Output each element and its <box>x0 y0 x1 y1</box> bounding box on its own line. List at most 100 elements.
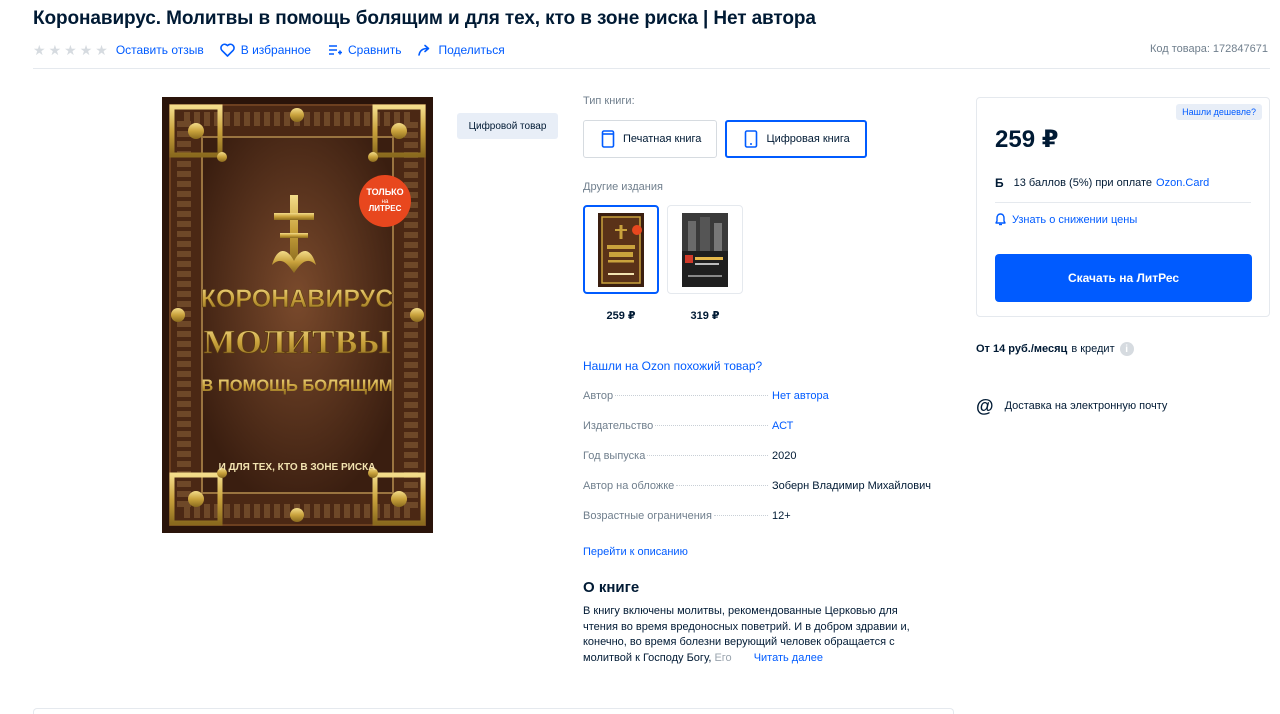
spec-dots <box>615 395 768 396</box>
spec-name-wrap: Автор на обложке <box>583 480 772 492</box>
star-icon: ★ <box>95 42 108 58</box>
price: 259 ₽ <box>995 126 1059 153</box>
read-more-link[interactable]: Читать далее <box>754 652 823 664</box>
divider <box>995 202 1251 203</box>
edition-card[interactable] <box>667 205 743 294</box>
print-book-option[interactable]: Печатная книга <box>583 120 718 158</box>
print-book-label: Печатная книга <box>623 133 702 145</box>
badge-bottom-text: ЛИТРЕС <box>369 204 402 213</box>
compare-label: Сравнить <box>347 43 402 57</box>
download-litres-button[interactable]: Скачать на ЛитРес <box>995 254 1252 302</box>
star-icon: ★ <box>33 42 46 58</box>
star-icon: ★ <box>64 42 77 58</box>
edition-thumbnail <box>598 212 644 287</box>
share-button[interactable]: Поделиться <box>417 42 505 58</box>
leave-review-link[interactable]: Оставить отзыв <box>116 43 204 57</box>
spec-name: Издательство <box>583 420 654 432</box>
divider <box>33 68 1270 69</box>
email-at-icon: @ <box>976 396 994 416</box>
spec-dots <box>647 455 768 456</box>
digital-product-badge: Цифровой товар <box>457 113 558 139</box>
tablet-icon <box>744 130 758 148</box>
price-drop-notify-label: Узнать о снижении цены <box>1012 213 1138 226</box>
spec-dots <box>655 425 768 426</box>
spec-dots <box>713 515 768 516</box>
cover-title-line2: МОЛИТВЫ <box>203 324 390 361</box>
spec-name: Автор на обложке <box>583 480 675 492</box>
star-icon: ★ <box>48 42 62 58</box>
heart-icon <box>220 42 236 58</box>
book-cover-image[interactable]: КОРОНАВИРУС МОЛИТВЫ В ПОМОЩЬ БОЛЯЩИМ И Д… <box>162 97 433 533</box>
spec-value-cover-author: Зоберн Владимир Михайлович <box>772 480 931 492</box>
spec-value-publisher[interactable]: АСТ <box>772 420 793 432</box>
price-card: Нашли дешевле? 259 ₽ Б 13 баллов (5%) пр… <box>976 97 1270 317</box>
book-icon <box>601 130 615 148</box>
credit-info: От 14 руб./месяц в кредит i <box>976 342 1134 356</box>
star-icon: ★ <box>79 42 93 58</box>
spec-name-wrap: Возрастные ограничения <box>583 510 772 522</box>
spec-name-wrap: Автор <box>583 390 772 402</box>
rating-stars[interactable]: ★ ★ ★ ★ ★ <box>33 43 108 57</box>
bonus-info: Б 13 баллов (5%) при оплате Ozon.Card <box>995 176 1209 190</box>
bonus-text: 13 баллов (5%) при оплате <box>1013 177 1153 189</box>
info-icon[interactable]: i <box>1119 342 1134 356</box>
product-sku: Код товара: 172847671 <box>1149 43 1268 55</box>
about-text-fade: Его <box>714 651 732 664</box>
spec-row: Возрастные ограничения 12+ <box>583 510 953 540</box>
book-type-selector: Печатная книга Цифровая книга <box>583 120 953 158</box>
credit-amount: От 14 руб./месяц <box>976 343 1068 355</box>
digital-book-label: Цифровая книга <box>766 133 850 145</box>
delivery-text: Доставка на электронную почту <box>1004 400 1168 412</box>
specs-table: Автор Нет автора Издательство АСТ Год вы… <box>583 390 953 540</box>
about-text: В книгу включены молитвы, рекомендованны… <box>583 604 928 666</box>
compare-button[interactable]: Сравнить <box>327 42 401 58</box>
cover-title-line3: В ПОМОЩЬ БОЛЯЩИМ <box>201 377 392 395</box>
spec-row: Автор Нет автора <box>583 390 953 420</box>
edition-price: 319 ₽ <box>690 310 720 322</box>
spec-name: Год выпуска <box>583 450 646 462</box>
book-type-label: Тип книги: <box>583 95 635 107</box>
spec-name-wrap: Издательство <box>583 420 772 432</box>
spec-value-age: 12+ <box>772 510 791 522</box>
spec-name: Автор <box>583 390 614 402</box>
edition-price: 259 ₽ <box>606 310 636 322</box>
digital-book-option[interactable]: Цифровая книга <box>725 120 867 158</box>
spec-row: Год выпуска 2020 <box>583 450 953 480</box>
cover-subtitle: И ДЛЯ ТЕХ, КТО В ЗОНЕ РИСКА <box>219 462 376 473</box>
page-title: Коронавирус. Молитвы в помощь болящим и … <box>33 8 816 29</box>
ozon-card-link[interactable]: Ozon.Card <box>1156 177 1209 189</box>
bonus-icon: Б <box>995 176 1004 190</box>
spec-name-wrap: Год выпуска <box>583 450 772 462</box>
other-editions-label: Другие издания <box>583 181 663 193</box>
product-actions: ★ ★ ★ ★ ★ Оставить отзыв В избранное Сра… <box>33 40 521 60</box>
cover-title-line1: КОРОНАВИРУС <box>201 285 394 313</box>
spec-value-author[interactable]: Нет автора <box>772 390 829 402</box>
favorite-button[interactable]: В избранное <box>220 42 311 58</box>
about-text-main: В книгу включены молитвы, рекомендованны… <box>583 605 910 664</box>
share-label: Поделиться <box>438 43 505 57</box>
edition-card[interactable] <box>583 205 659 294</box>
section-divider <box>33 708 954 714</box>
favorite-label: В избранное <box>240 43 311 57</box>
edition-prices: 259 ₽ 319 ₽ <box>583 309 953 322</box>
price-drop-notify-link[interactable]: Узнать о снижении цены <box>995 213 1137 226</box>
bell-icon <box>995 213 1006 226</box>
product-info: Тип книги: Печатная книга Цифровая книга… <box>583 95 953 666</box>
share-icon <box>417 42 433 58</box>
about-heading: О книге <box>583 579 640 596</box>
spec-row: Издательство АСТ <box>583 420 953 450</box>
found-cheaper-button[interactable]: Нашли дешевле? <box>1176 104 1262 120</box>
spec-dots <box>676 485 768 486</box>
badge-top-text: ТОЛЬКО <box>366 187 403 197</box>
found-similar-link[interactable]: Нашли на Ozon похожий товар? <box>583 359 953 373</box>
goto-description-link[interactable]: Перейти к описанию <box>583 546 953 558</box>
leave-review-label: Оставить отзыв <box>115 43 204 57</box>
credit-text: в кредит <box>1071 343 1115 355</box>
spec-value-year: 2020 <box>772 450 797 462</box>
edition-thumbnail <box>682 212 728 287</box>
compare-icon <box>327 42 343 58</box>
editions-list <box>583 205 953 294</box>
spec-row: Автор на обложке Зоберн Владимир Михайло… <box>583 480 953 510</box>
delivery-info: @ Доставка на электронную почту <box>976 397 1167 415</box>
spec-name: Возрастные ограничения <box>583 510 712 522</box>
